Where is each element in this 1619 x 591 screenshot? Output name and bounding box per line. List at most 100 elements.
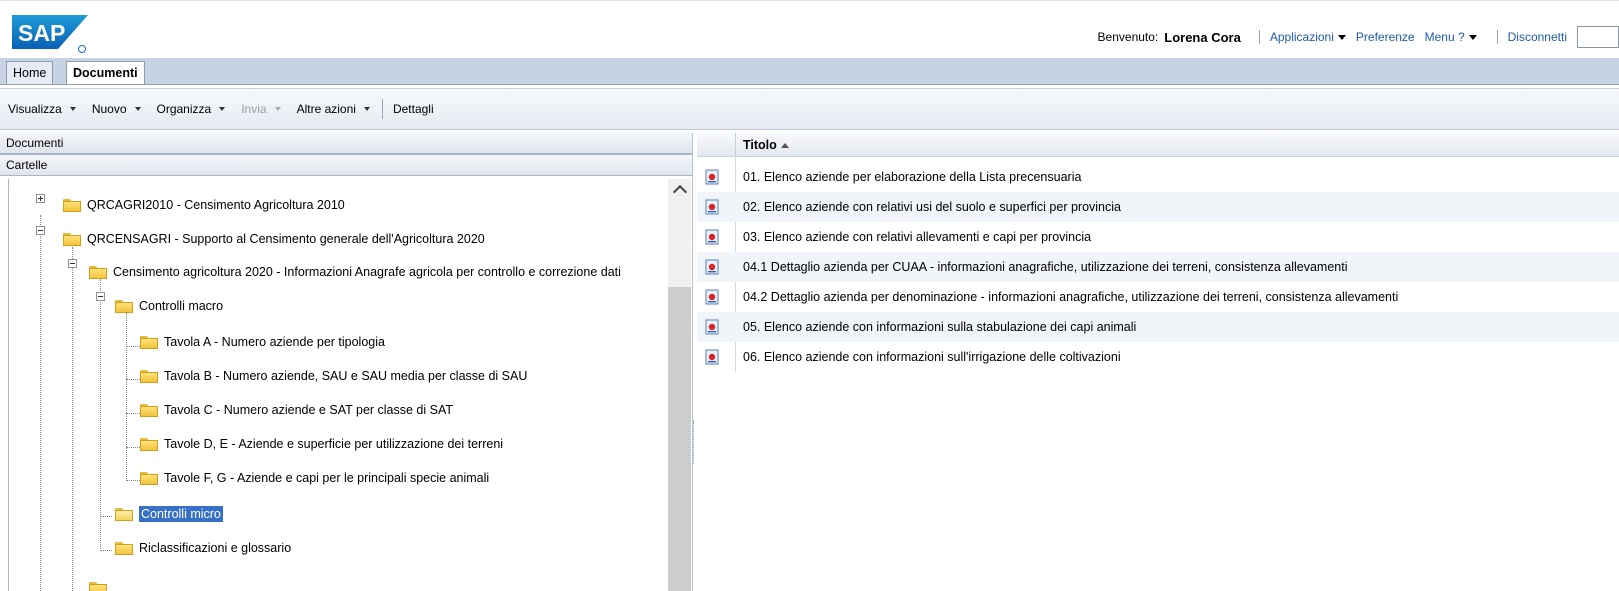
tree-node-label: Tavola B - Numero aziende, SAU e SAU med… [164,369,528,383]
list-item[interactable]: 02. Elenco aziende con relativi usi del … [697,192,1619,222]
welcome-label: Benvenuto: [1097,30,1159,44]
report-document-icon [705,319,719,335]
tree-scrollbar[interactable] [668,179,691,591]
user-nav: Benvenuto: Lorena Cora Applicazioni Pref… [1098,25,1619,49]
list-item[interactable]: 06. Elenco aziende con informazioni sull… [697,342,1619,372]
tree-guide [100,550,112,551]
collapse-icon[interactable] [96,292,105,301]
list-header: Titolo [697,133,1619,157]
list-item-title: 05. Elenco aziende con informazioni sull… [743,320,1137,334]
collapse-icon[interactable] [68,259,77,268]
folders-panel: Documenti Cartelle QRCAGRI2010 - Censime… [0,133,693,591]
folder-open-icon [115,507,133,521]
nuovo-menu[interactable]: Nuovo [92,102,141,116]
folder-icon [140,335,158,349]
expand-icon[interactable] [36,194,45,203]
chevron-down-icon [1337,35,1346,41]
disconnetti-link[interactable]: Disconnetti [1508,30,1567,44]
chevron-down-icon [363,107,370,111]
tree-node-qrcagri2010[interactable]: QRCAGRI2010 - Censimento Agricoltura 201… [63,194,345,216]
report-document-icon [705,289,719,305]
altre-azioni-label: Altre azioni [296,102,356,116]
tree-node-label: QRCAGRI2010 - Censimento Agricoltura 201… [87,198,345,212]
list-item-title: 04.2 Dettaglio azienda per denominazione… [743,290,1399,304]
collapse-icon[interactable] [36,226,45,235]
folder-icon [140,471,158,485]
column-header-label: Titolo [743,138,777,152]
tree-node-partial[interactable] [89,577,113,591]
sap-logo: SAP [12,15,88,53]
tree-guide [126,413,140,414]
list-item-title: 06. Elenco aziende con informazioni sull… [743,350,1121,364]
cartelle-section-header[interactable]: Cartelle [0,154,692,176]
tree-node-tavola-b[interactable]: Tavola B - Numero aziende, SAU e SAU med… [140,365,527,387]
preferenze-link[interactable]: Preferenze [1356,30,1415,44]
chevron-down-icon [219,107,226,111]
scrollbar-thumb[interactable] [668,287,691,591]
user-name: Lorena Cora [1164,29,1241,45]
tree-guide [126,313,127,481]
report-document-icon [705,349,719,365]
tree-node-tavola-a[interactable]: Tavola A - Numero aziende per tipologia [140,331,385,353]
tree-node-label: Tavole D, E - Aziende e superficie per u… [164,437,504,451]
tree-guide [100,279,101,551]
scroll-up-icon[interactable] [672,184,688,200]
documenti-section-header[interactable]: Documenti [0,133,692,154]
list-item[interactable]: 04.2 Dettaglio azienda per denominazione… [697,282,1619,312]
column-header-titolo[interactable]: Titolo [743,133,789,156]
dettagli-button[interactable]: Dettagli [393,102,434,116]
tree-node-tavole-f-g[interactable]: Tavole F, G - Aziende e capi per le prin… [140,467,489,489]
divider [1496,30,1498,44]
app-header: SAP Benvenuto: Lorena Cora Applicazioni … [0,0,1619,59]
folder-icon [115,541,133,555]
applicazioni-label: Applicazioni [1269,30,1334,44]
help-menu[interactable]: Menu ? [1425,30,1477,44]
applicazioni-menu[interactable]: Applicazioni [1270,30,1346,44]
column-divider [735,133,736,156]
tab-bar: Home Documenti [0,58,1619,85]
chevron-down-icon [69,107,76,111]
tree-node-qrcensagri[interactable]: QRCENSAGRI - Supporto al Censimento gene… [63,228,485,250]
tree-node-label: Tavole F, G - Aziende e capi per le prin… [164,471,490,485]
folder-icon [63,232,81,246]
tree-node-label: Censimento agricoltura 2020 - Informazio… [113,265,621,279]
tree-node-label: Tavola C - Numero aziende e SAT per clas… [164,403,454,417]
search-input[interactable] [1577,26,1619,48]
list-item[interactable]: 01. Elenco aziende per elaborazione dell… [697,162,1619,192]
tree-guide [126,346,140,347]
tree-node-controlli-macro[interactable]: Controlli macro [115,295,223,317]
list-item[interactable]: 04.1 Dettaglio azienda per CUAA - inform… [697,252,1619,282]
tree-node-tavole-d-e[interactable]: Tavole D, E - Aziende e superficie per u… [140,433,503,455]
help-menu-label: Menu ? [1424,30,1465,44]
tree-node-riclassificazioni[interactable]: Riclassificazioni e glossario [115,537,291,559]
tree-node-label: Tavola A - Numero aziende per tipologia [164,335,385,349]
visualizza-menu[interactable]: Visualizza [8,102,76,116]
invia-menu[interactable]: Invia [241,102,281,116]
list-item[interactable]: 05. Elenco aziende con informazioni sull… [697,312,1619,342]
chevron-down-icon [134,107,141,111]
tree-node-controlli-micro[interactable]: Controlli micro [115,503,223,525]
tab-documenti[interactable]: Documenti [66,61,145,84]
list-item[interactable]: 03. Elenco aziende con relativi allevame… [697,222,1619,252]
tree-node-label: QRCENSAGRI - Supporto al Censimento gene… [87,232,485,246]
divider [381,99,383,119]
tree-guide [126,447,140,448]
folder-icon [89,265,107,279]
tree-guide [126,480,140,481]
list-item-title: 02. Elenco aziende con relativi usi del … [743,200,1121,214]
list-item-title: 04.1 Dettaglio azienda per CUAA - inform… [743,260,1348,274]
visualizza-label: Visualizza [8,102,62,116]
tree-node-label: Controlli micro [139,506,223,522]
folder-icon [140,369,158,383]
tree-node-tavola-c[interactable]: Tavola C - Numero aziende e SAT per clas… [140,399,453,421]
folder-icon [63,198,81,212]
organizza-menu[interactable]: Organizza [157,102,226,116]
folder-tree: QRCAGRI2010 - Censimento Agricoltura 201… [8,179,669,591]
documents-list-panel: Titolo 01. Elenco aziende per elaborazio… [697,133,1619,591]
altre-azioni-menu[interactable]: Altre azioni [297,102,370,116]
divider [1258,30,1260,44]
tab-home[interactable]: Home [6,61,54,84]
tree-node-censimento-2020[interactable]: Censimento agricoltura 2020 - Informazio… [89,261,621,283]
list-item-title: 01. Elenco aziende per elaborazione dell… [743,170,1082,184]
folder-icon [140,437,158,451]
